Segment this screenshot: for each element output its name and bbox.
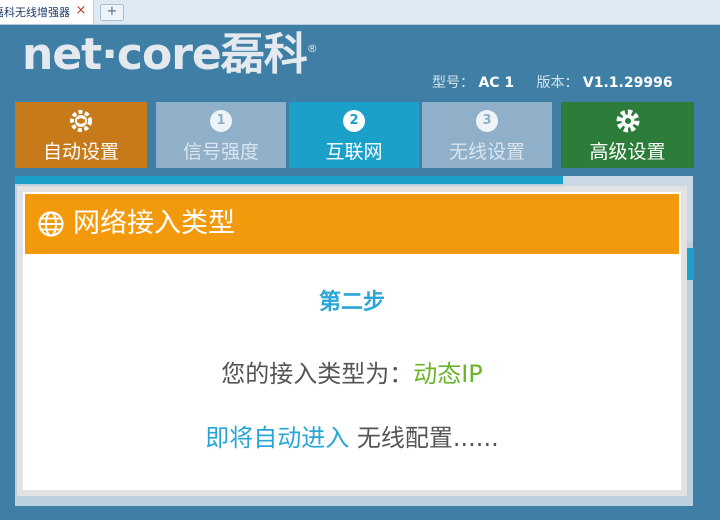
nav-auto-setup-label: 自动设置: [42, 141, 119, 163]
access-type-dialog: 网络接入类型 第二步 您的接入类型为：动态IP 即将自动进入 无线配置.....…: [17, 186, 687, 496]
close-tab-icon[interactable]: ×: [74, 3, 88, 19]
nav-auto-setup-button[interactable]: 自动设置: [15, 102, 147, 168]
content-panel-accent: [15, 176, 563, 184]
nav-step2-internet-button[interactable]: 2 互联网: [289, 102, 419, 168]
step1-number-icon: 1: [210, 110, 232, 132]
nav-step2-label: 互联网: [325, 141, 383, 163]
browser-tab[interactable]: 磊科无线增强器 ×: [0, 0, 94, 24]
auto-enter-rest: 无线配置......: [349, 424, 499, 452]
step2-number-icon: 2: [343, 110, 365, 132]
access-type-prefix: 您的接入类型为：: [221, 360, 414, 388]
nav-advanced-label: 高级设置: [589, 141, 666, 163]
browser-tab-title: 磊科无线增强器: [0, 6, 70, 19]
nav-step3-label: 无线设置: [448, 141, 525, 163]
new-tab-button[interactable]: +: [100, 4, 124, 21]
step3-number-icon: 3: [476, 110, 498, 132]
step1-number-wrap: 1: [156, 108, 286, 134]
device-info: 型号： AC 1 版本： V1.1.29996: [432, 72, 702, 92]
content-panel-stripe: [686, 248, 694, 280]
version-value: V1.1.29996: [582, 75, 673, 91]
logo-text: net·core磊科: [22, 29, 308, 80]
step-title: 第二步: [318, 290, 385, 315]
netcore-logo: net·core磊科®: [22, 28, 318, 82]
dialog-header: 网络接入类型: [25, 194, 679, 254]
nav-advanced-setup-button[interactable]: 高级设置: [561, 102, 694, 168]
model-value: AC 1: [478, 75, 515, 91]
nav-step1-label: 信号强度: [182, 141, 259, 163]
nav-step3-wireless-button[interactable]: 3 无线设置: [422, 102, 552, 168]
nav-step1-signal-button[interactable]: 1 信号强度: [156, 102, 286, 168]
auto-enter-highlight: 即将自动进入: [205, 424, 350, 452]
step3-number-wrap: 3: [422, 108, 552, 134]
step2-number-wrap: 2: [289, 108, 419, 134]
model-label: 型号：: [432, 75, 474, 91]
auto-enter-line: 即将自动进入 无线配置......: [23, 418, 681, 452]
dialog-title: 网络接入类型: [73, 208, 235, 239]
browser-tab-strip: 磊科无线增强器 × +: [0, 0, 720, 25]
gear-icon: [561, 108, 694, 134]
registered-mark: ®: [306, 42, 318, 55]
globe-icon: [38, 211, 64, 237]
access-type-line: 您的接入类型为：动态IP: [23, 354, 681, 388]
access-type-value: 动态IP: [413, 360, 483, 388]
version-label: 版本：: [536, 75, 579, 91]
gear-refresh-icon: [15, 108, 147, 134]
